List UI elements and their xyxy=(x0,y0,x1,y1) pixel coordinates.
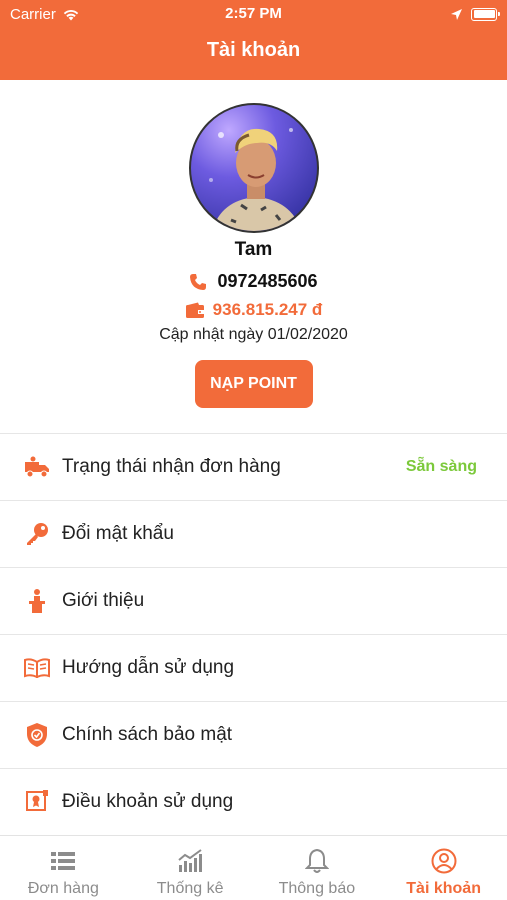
key-icon xyxy=(24,521,50,547)
tab-label-statistics: Thống kê xyxy=(156,880,224,897)
updated-date: Cập nhật ngày 01/02/2020 xyxy=(159,326,348,343)
menu-label-privacy-policy: Chính sách bảo mật xyxy=(62,724,233,745)
phone-row: 0972485606 xyxy=(0,271,507,292)
status-badge: Sẵn sàng xyxy=(405,458,477,475)
menu-item-about[interactable]: Giới thiệu xyxy=(0,568,507,635)
tab-account[interactable]: Tài khoản xyxy=(380,836,507,900)
balance-row: 936.815.247 đ xyxy=(0,300,507,320)
account-menu: Trạng thái nhận đơn hàng Sẵn sàng Đổi mậ… xyxy=(0,433,507,836)
list-icon xyxy=(49,848,77,874)
shield-check-icon xyxy=(24,722,50,748)
menu-item-order-status[interactable]: Trạng thái nhận đơn hàng Sẵn sàng xyxy=(0,434,507,501)
menu-item-user-guide[interactable]: Hướng dẫn sử dụng xyxy=(0,635,507,702)
avatar-photo xyxy=(208,128,302,231)
tab-notifications[interactable]: Thông báo xyxy=(254,836,381,900)
top-up-button[interactable]: NẠP POINT xyxy=(194,360,313,408)
balance-amount: 936.815.247 đ xyxy=(212,300,323,319)
wallet-icon xyxy=(185,302,204,318)
podium-icon xyxy=(24,588,50,614)
tab-statistics[interactable]: Thống kê xyxy=(127,836,254,900)
phone-number: 0972485606 xyxy=(217,271,318,291)
tab-label-orders: Đơn hàng xyxy=(27,880,99,897)
tab-orders[interactable]: Đơn hàng xyxy=(0,836,127,900)
page-title: Tài khoản xyxy=(206,39,301,61)
avatar[interactable] xyxy=(188,103,319,233)
menu-item-privacy-policy[interactable]: Chính sách bảo mật xyxy=(0,702,507,769)
app-header: Carrier 2:57 PM Tài khoản xyxy=(0,0,507,80)
open-book-icon xyxy=(24,655,50,681)
menu-item-change-password[interactable]: Đổi mật khẩu xyxy=(0,501,507,568)
menu-label-user-guide: Hướng dẫn sử dụng xyxy=(62,657,235,678)
delivery-truck-icon xyxy=(24,454,50,480)
certificate-icon xyxy=(24,789,50,815)
phone-icon xyxy=(190,273,207,290)
menu-label-change-password: Đổi mật khẩu xyxy=(62,523,174,544)
status-time: 2:57 PM xyxy=(225,5,282,22)
user-circle-icon xyxy=(430,848,458,874)
menu-label-terms-of-use: Điều khoản sử dụng xyxy=(62,791,234,812)
tab-label-account: Tài khoản xyxy=(406,880,481,897)
menu-label-about: Giới thiệu xyxy=(62,590,145,611)
chart-icon xyxy=(176,848,204,874)
status-bar: Carrier 2:57 PM xyxy=(0,0,507,28)
tab-label-notifications: Thông báo xyxy=(278,880,356,897)
menu-item-terms-of-use[interactable]: Điều khoản sử dụng xyxy=(0,769,507,836)
profile-section: Tam 0972485606 936.815.247 đ Cập nhật ng… xyxy=(0,80,507,434)
bell-icon xyxy=(303,848,331,874)
bottom-tab-bar: Đơn hàng Thống kê Thông báo Tài khoản xyxy=(0,835,507,900)
battery-icon xyxy=(471,7,500,21)
user-name: Tam xyxy=(234,239,273,260)
menu-label-order-status: Trạng thái nhận đơn hàng xyxy=(62,456,281,477)
